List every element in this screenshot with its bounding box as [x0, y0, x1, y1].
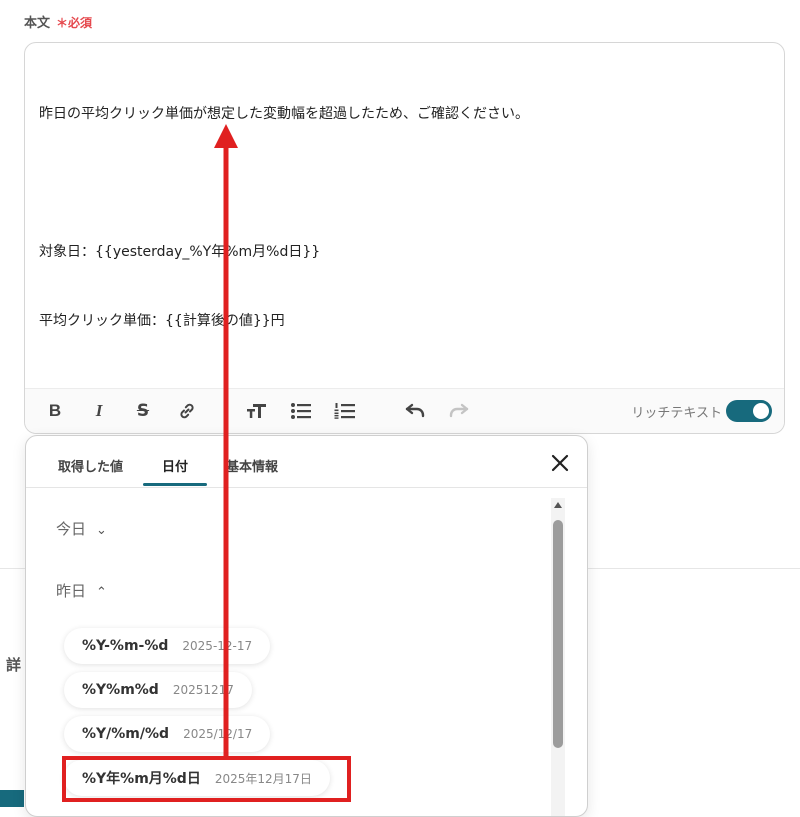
annotation-arrow-icon	[214, 124, 238, 756]
